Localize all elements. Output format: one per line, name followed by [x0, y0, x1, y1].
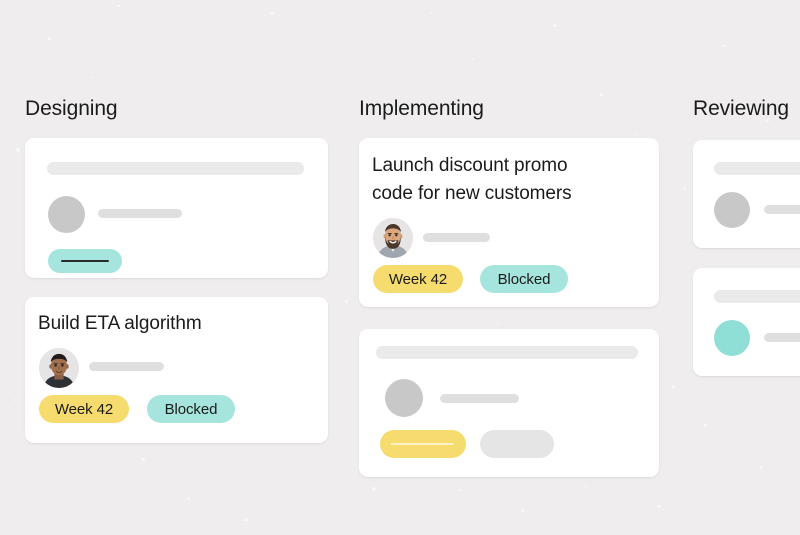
card-implementing-1[interactable]: Launch discount promo code for new custo…: [359, 138, 659, 307]
tag-placeholder-gray[interactable]: [480, 430, 554, 458]
card-title-placeholder: [376, 346, 638, 359]
avatar-placeholder: [48, 196, 85, 233]
column-title-reviewing: Reviewing: [693, 97, 789, 120]
tag-blocked[interactable]: Blocked: [147, 395, 235, 423]
card-designing-2[interactable]: Build ETA algorithm Week 42 Blocked: [25, 297, 328, 443]
card-title-placeholder: [714, 162, 800, 175]
kanban-board: Designing Build ETA algorithm Week 42 Bl…: [0, 0, 800, 535]
card-implementing-2[interactable]: [359, 329, 659, 477]
tag-week[interactable]: Week 42: [373, 265, 463, 293]
card-title-line-2: code for new customers: [372, 183, 572, 204]
assignee-name-placeholder: [89, 362, 164, 371]
card-title-placeholder: [47, 162, 304, 175]
card-title-line-1: Launch discount promo: [372, 155, 568, 176]
avatar-placeholder: [714, 192, 750, 228]
tag-label-placeholder: [61, 260, 109, 262]
avatar[interactable]: [39, 348, 79, 388]
assignee-name-placeholder: [764, 333, 800, 342]
avatar-placeholder-teal: [714, 320, 750, 356]
assignee-name-placeholder: [440, 394, 519, 403]
tag-label-placeholder: [391, 443, 454, 445]
tag-placeholder-teal[interactable]: [48, 249, 122, 273]
tag-blocked[interactable]: Blocked: [480, 265, 568, 293]
card-title-placeholder: [714, 290, 800, 303]
tag-week[interactable]: Week 42: [39, 395, 129, 423]
avatar-placeholder: [385, 379, 423, 417]
card-designing-1[interactable]: [25, 138, 328, 278]
column-title-implementing: Implementing: [359, 97, 484, 120]
card-title: Build ETA algorithm: [38, 313, 202, 334]
assignee-name-placeholder: [98, 209, 182, 218]
avatar[interactable]: [373, 218, 413, 258]
column-title-designing: Designing: [25, 97, 118, 120]
card-reviewing-2[interactable]: [693, 268, 800, 376]
assignee-name-placeholder: [423, 233, 490, 242]
assignee-name-placeholder: [764, 205, 800, 214]
tag-placeholder-yellow[interactable]: [380, 430, 466, 458]
card-reviewing-1[interactable]: [693, 140, 800, 248]
